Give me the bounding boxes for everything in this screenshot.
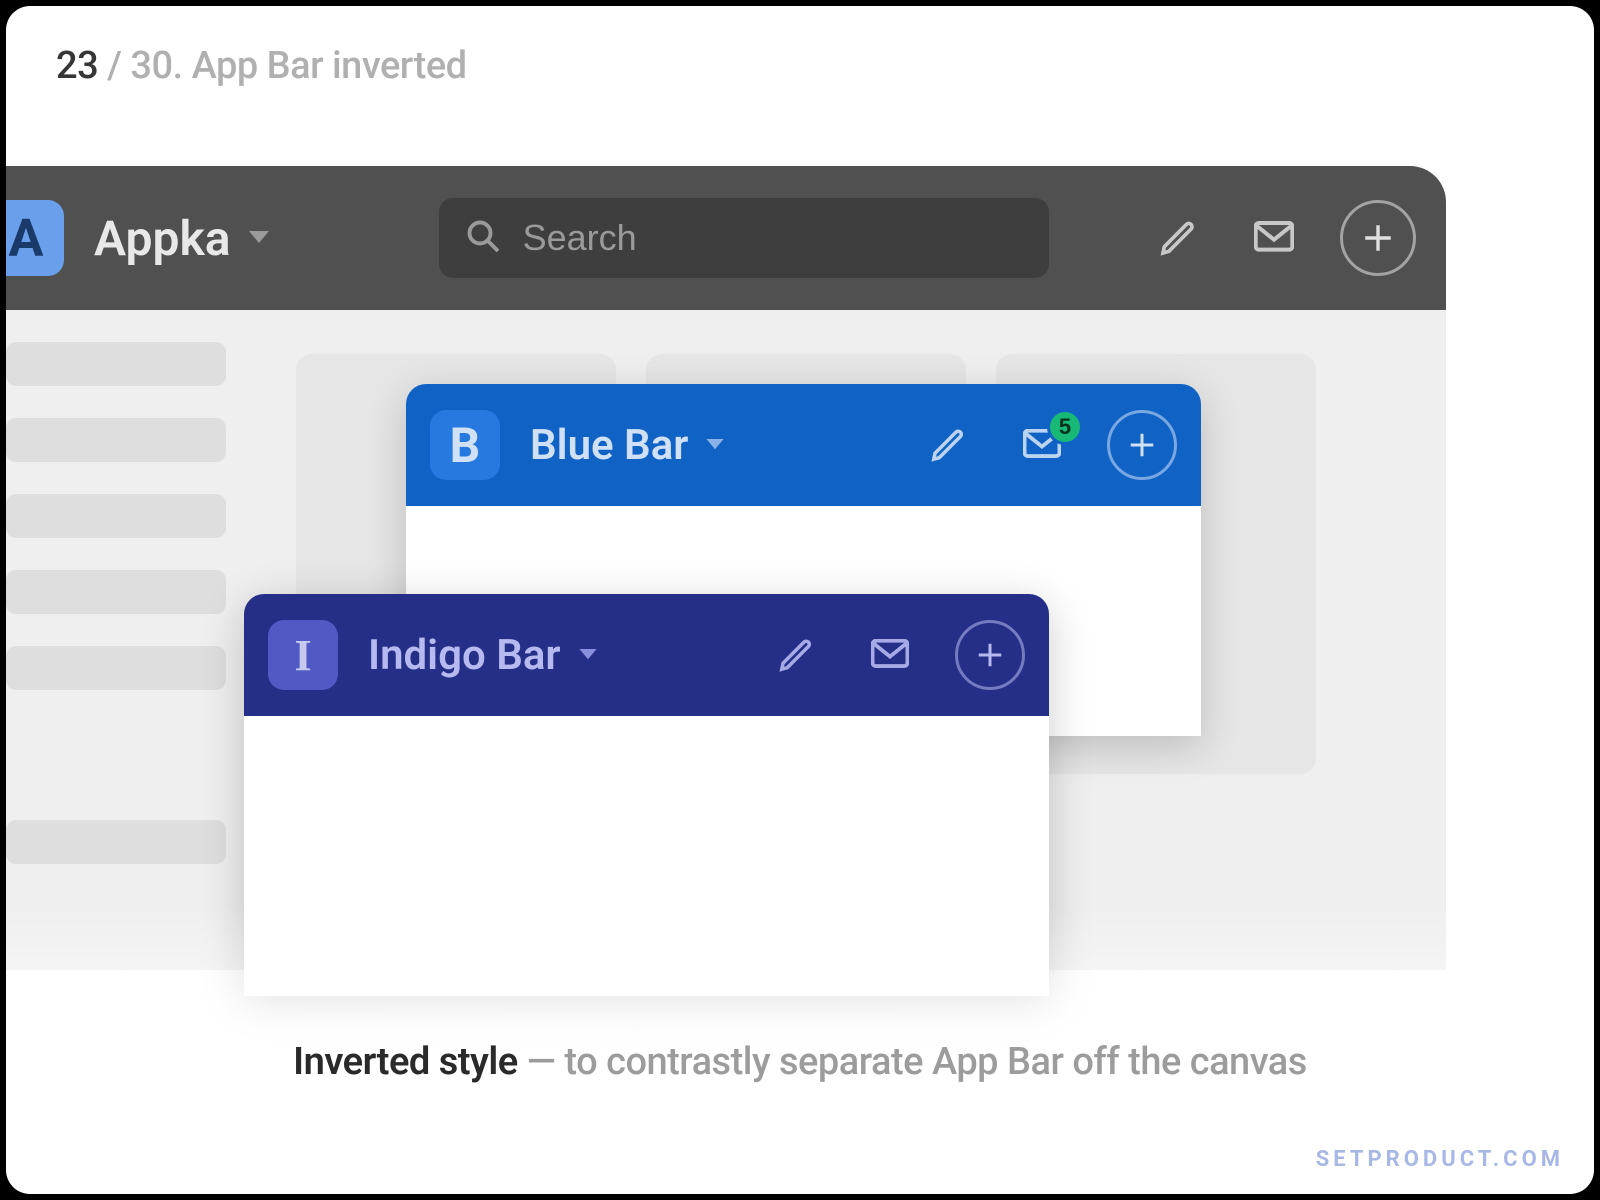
sidebar-placeholder (6, 418, 226, 462)
search-box[interactable] (439, 198, 1049, 278)
appbar-dark: A Appka (6, 166, 1446, 310)
caption-strong: Inverted style (293, 1040, 518, 1084)
add-button[interactable] (1340, 200, 1416, 276)
app-logo[interactable]: B (430, 410, 500, 480)
mail-icon (1254, 220, 1294, 256)
pencil-icon (1158, 218, 1198, 258)
notification-badge: 5 (1047, 409, 1083, 445)
sidebar-placeholder (6, 494, 226, 538)
app-logo[interactable]: A (6, 200, 64, 276)
slide-title: 30. App Bar inverted (130, 44, 466, 88)
sidebar-placeholder (6, 646, 226, 690)
appbar-indigo: I Indigo Bar (244, 594, 1049, 716)
appbar-blue: B Blue Bar 5 (406, 384, 1201, 506)
search-icon (465, 218, 501, 258)
chevron-down-icon[interactable] (249, 231, 269, 245)
slide-number: 23 (56, 44, 98, 88)
chevron-down-icon[interactable] (579, 649, 597, 661)
caption-rest: — to contrastly separate App Bar off the… (518, 1040, 1307, 1084)
mail-button[interactable] (1244, 210, 1304, 266)
plus-icon (975, 640, 1005, 670)
mail-icon (871, 639, 909, 671)
sidebar-placeholder (6, 820, 226, 864)
edit-button[interactable] (1148, 208, 1208, 268)
edit-button[interactable] (767, 626, 825, 684)
edit-button[interactable] (919, 416, 977, 474)
app-title[interactable]: Appka (94, 210, 231, 267)
add-button[interactable] (955, 620, 1025, 690)
caption: Inverted style — to contrastly separate … (6, 1040, 1594, 1084)
pencil-icon (929, 426, 967, 464)
indigo-bar-window: I Indigo Bar (244, 594, 1049, 996)
mail-button[interactable] (861, 629, 919, 681)
canvas-background: B Blue Bar 5 (6, 310, 1446, 970)
sidebar-placeholder (6, 570, 226, 614)
plus-icon (1127, 430, 1157, 460)
add-button[interactable] (1107, 410, 1177, 480)
slide-counter: 23 / 30. App Bar inverted (56, 44, 467, 88)
app-title[interactable]: Blue Bar (530, 421, 688, 470)
search-input[interactable] (523, 217, 1023, 259)
app-logo[interactable]: I (268, 620, 338, 690)
app-title[interactable]: Indigo Bar (368, 631, 561, 680)
pencil-icon (777, 636, 815, 674)
plus-icon (1361, 221, 1395, 255)
mail-button[interactable]: 5 (1013, 419, 1071, 471)
watermark: SETPRODUCT.COM (1316, 1147, 1564, 1172)
sidebar-placeholder (6, 342, 226, 386)
chevron-down-icon[interactable] (706, 439, 724, 451)
